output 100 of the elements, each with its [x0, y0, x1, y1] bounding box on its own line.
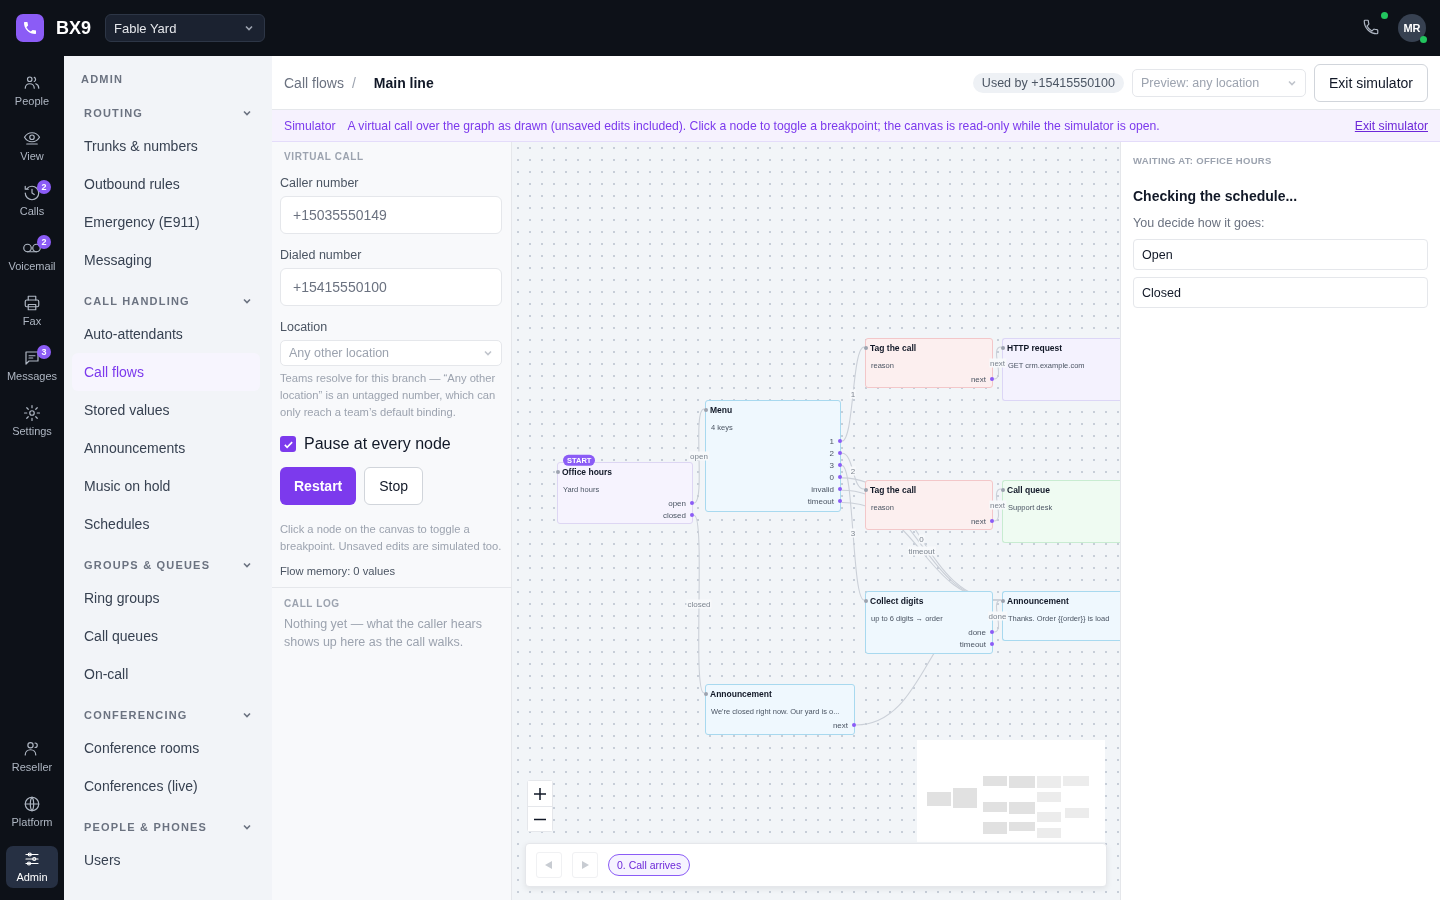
field-label: Dialed number [280, 248, 363, 262]
output-port[interactable] [690, 501, 694, 505]
port-label: 3 [829, 460, 834, 470]
section-header[interactable]: PEOPLE & PHONES [84, 821, 208, 833]
sidebar-item[interactable]: Conference rooms [72, 729, 260, 767]
edge-label: open [689, 451, 709, 461]
org-select[interactable]: Fable Yard [105, 14, 265, 42]
sidebar-item[interactable]: Call queues [72, 617, 260, 655]
count-badge: 2 [37, 180, 51, 194]
node-title: Collect digits [870, 596, 924, 606]
chevron-icon[interactable] [242, 108, 252, 118]
checkbox[interactable] [280, 436, 296, 452]
output-port[interactable] [838, 439, 842, 443]
rail-item[interactable]: Settings [6, 400, 58, 442]
edge-label: done [987, 611, 1008, 621]
rail-item[interactable]: Admin [6, 846, 58, 888]
memory-text: Flow memory: 0 values [280, 565, 397, 577]
sidebar-item[interactable]: Emergency (E911) [72, 203, 260, 241]
section-header[interactable]: CONFERENCING [84, 709, 188, 721]
port-label: next [832, 720, 848, 730]
settings-icon [23, 404, 41, 422]
section-header[interactable]: CALL HANDLING [84, 295, 190, 307]
edge-label: 3 [849, 528, 857, 538]
sidebar-item[interactable]: Conferences (live) [72, 767, 260, 805]
banner-label: Simulator [284, 118, 336, 133]
stop-button[interactable]: Stop [364, 467, 424, 505]
section-header[interactable]: ROUTING [84, 107, 144, 119]
step-chip[interactable]: 0. Call arrives [608, 854, 691, 876]
sidebar-item[interactable]: Announcements [72, 429, 260, 467]
usage-chip: Used by +15415550100 [972, 72, 1124, 93]
section-header[interactable]: GROUPS & QUEUES [84, 559, 211, 571]
output-port[interactable] [852, 723, 856, 727]
port-label: closed [662, 510, 686, 520]
sidebar-item[interactable]: Ring groups [72, 579, 260, 617]
sidebar-item[interactable]: On-call [72, 655, 260, 693]
node-title: HTTP request [1007, 343, 1063, 353]
output-port[interactable] [838, 487, 842, 491]
app-logo[interactable] [16, 14, 44, 42]
sidebar-item[interactable]: Trunks & numbers [72, 127, 260, 165]
option-button[interactable]: Open [1133, 239, 1428, 270]
decision-heading: Checking the schedule... [1133, 188, 1299, 204]
banner-text: A virtual call over the graph as drawn (unsaved edits included). Click a node to toggle a breakpoint; the canvas is read-only while the simulator is open. [347, 118, 1161, 133]
sidebar-item[interactable]: Music on hold [72, 467, 260, 505]
breadcrumb-current: Main line [373, 74, 434, 91]
eye-icon [23, 129, 41, 147]
port-label: next [970, 374, 986, 384]
restart-button[interactable]: Restart [280, 467, 357, 505]
exit-link[interactable]: Exit simulator [1354, 118, 1428, 133]
rail-item[interactable]: View [6, 125, 58, 167]
exit-button[interactable]: Exit simulator [1313, 63, 1428, 102]
chevron-icon[interactable] [242, 822, 252, 832]
edge-label: 2 [849, 466, 857, 476]
rail-item[interactable]: Messages 3 [6, 345, 58, 387]
port-label: timeout [807, 496, 834, 506]
input-port [556, 470, 560, 474]
output-port[interactable] [990, 642, 994, 646]
sidebar-item[interactable]: Outbound rules [72, 165, 260, 203]
node-title: Announcement [1007, 596, 1069, 606]
output-port[interactable] [838, 463, 842, 467]
input-port [864, 346, 868, 350]
input-port [1001, 599, 1005, 603]
sidebar-item[interactable]: Messaging [72, 241, 260, 279]
history-icon [23, 184, 41, 202]
output-port[interactable] [990, 519, 994, 523]
chevron-icon[interactable] [242, 296, 252, 306]
output-port[interactable] [838, 475, 842, 479]
sidebar-item[interactable]: Schedules [72, 505, 260, 543]
user-avatar[interactable]: MR [1398, 14, 1426, 42]
rail-item[interactable]: People [6, 70, 58, 112]
node-title: Office hours [562, 467, 613, 477]
output-port[interactable] [838, 499, 842, 503]
rail-item[interactable]: Platform [6, 791, 58, 833]
people-icon [23, 74, 41, 92]
chevron-icon[interactable] [242, 560, 252, 570]
output-port[interactable] [690, 513, 694, 517]
edge-label: 1 [849, 389, 857, 399]
rail-item[interactable]: Fax [6, 290, 58, 332]
decision-prompt: You decide how it goes: [1133, 216, 1266, 230]
left-triangle-icon [544, 860, 554, 870]
option-button[interactable]: Closed [1133, 277, 1428, 308]
output-port[interactable] [990, 630, 994, 634]
output-port[interactable] [838, 451, 842, 455]
output-port[interactable] [990, 377, 994, 381]
edge-label: 0 [918, 534, 925, 544]
chevron-icon[interactable] [242, 710, 252, 720]
node-title: Menu [710, 405, 733, 415]
phone-icon[interactable] [1362, 18, 1380, 36]
input-field[interactable]: +15035550149 [280, 196, 502, 234]
sidebar-item[interactable]: Users [72, 841, 260, 879]
rail-item[interactable]: Reseller [6, 736, 58, 778]
port-label: next [970, 516, 986, 526]
sidebar-item[interactable]: Auto-attendants [72, 315, 260, 353]
breadcrumb-link[interactable]: Call flows [284, 74, 344, 91]
waiting-label: WAITING AT: OFFICE HOURS [1133, 155, 1273, 166]
sidebar-item[interactable]: Call flows [72, 353, 260, 391]
input-field[interactable]: +15415550100 [280, 268, 502, 306]
checkbox-label: Pause at every node [304, 435, 451, 453]
sidebar-item[interactable]: Stored values [72, 391, 260, 429]
rail-item[interactable]: Voicemail 2 [6, 235, 58, 277]
rail-item[interactable]: Calls 2 [6, 180, 58, 222]
